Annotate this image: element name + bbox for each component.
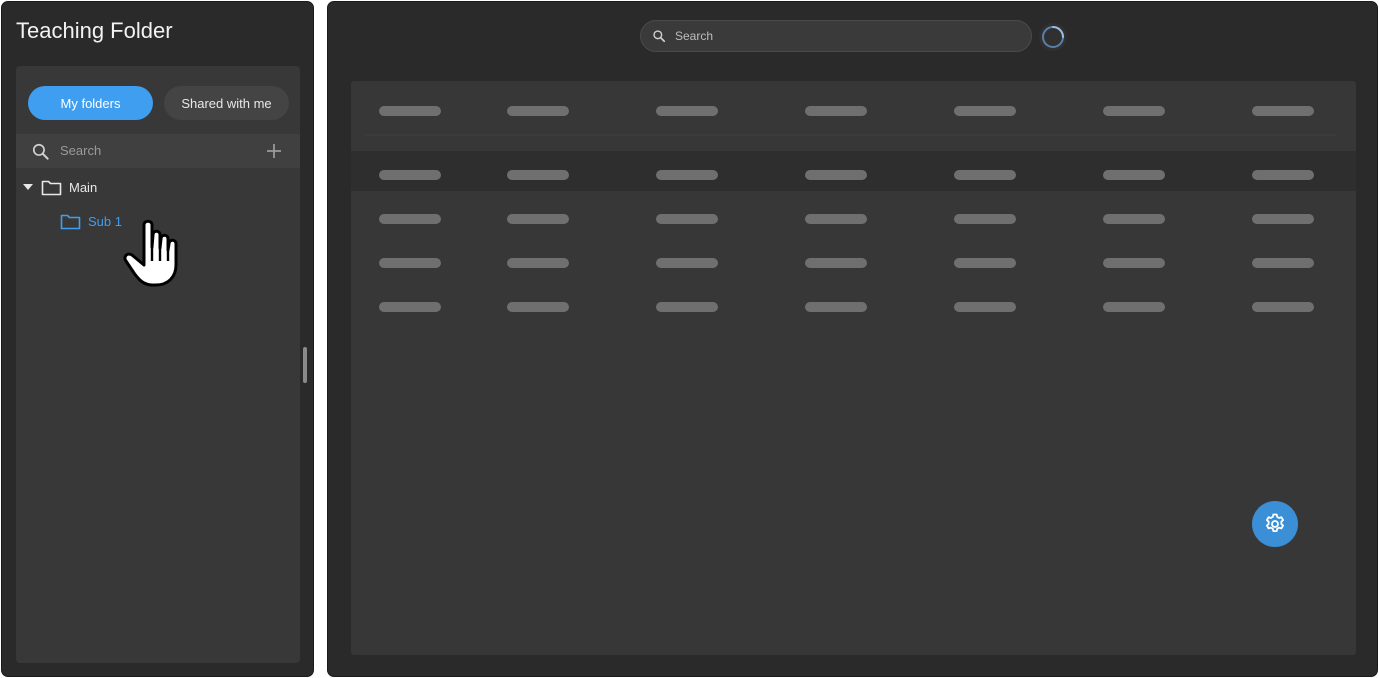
main-panel: Search xyxy=(327,1,1378,677)
app-title: Teaching Folder xyxy=(16,18,173,43)
skeleton-header-cell xyxy=(1252,106,1314,116)
skeleton-cell xyxy=(805,302,867,312)
main-search-bar[interactable]: Search xyxy=(640,20,1032,52)
skeleton-cell xyxy=(379,170,441,180)
tree-item-sub-1[interactable]: Sub 1 xyxy=(60,210,122,232)
skeleton-cell xyxy=(1252,302,1314,312)
skeleton-cell xyxy=(379,258,441,268)
skeleton-cell xyxy=(507,214,569,224)
loading-spinner-icon xyxy=(1039,23,1067,51)
folder-search-bar[interactable]: Search xyxy=(16,134,300,168)
skeleton-cell xyxy=(954,214,1016,224)
skeleton-cell xyxy=(507,258,569,268)
skeleton-cell xyxy=(507,302,569,312)
skeleton-cell xyxy=(1252,258,1314,268)
search-icon xyxy=(32,143,49,160)
folder-browser: My folders Shared with me Search Main Su… xyxy=(16,66,300,663)
settings-button[interactable] xyxy=(1252,501,1298,547)
skeleton-header-cell xyxy=(507,106,569,116)
skeleton-cell xyxy=(1103,258,1165,268)
skeleton-cell xyxy=(954,170,1016,180)
skeleton-cell xyxy=(507,170,569,180)
app-root: Teaching Folder My folders Shared with m… xyxy=(0,0,1379,678)
skeleton-header-cell xyxy=(656,106,718,116)
skeleton-cell xyxy=(1252,214,1314,224)
caret-down-icon[interactable] xyxy=(22,181,34,193)
skeleton-cell xyxy=(656,214,718,224)
skeleton-cell xyxy=(805,258,867,268)
skeleton-cell xyxy=(1103,214,1165,224)
sidebar-panel: Teaching Folder My folders Shared with m… xyxy=(1,1,314,677)
panel-resize-handle[interactable] xyxy=(303,347,307,383)
skeleton-header-cell xyxy=(1103,106,1165,116)
folder-icon xyxy=(60,214,81,229)
skeleton-cell xyxy=(805,170,867,180)
skeleton-cell xyxy=(379,302,441,312)
skeleton-cell xyxy=(1103,302,1165,312)
gear-icon xyxy=(1266,513,1284,532)
folder-icon xyxy=(41,180,62,195)
skeleton-header-cell xyxy=(805,106,867,116)
tab-my-folders[interactable]: My folders xyxy=(28,86,153,120)
folder-search-input[interactable]: Search xyxy=(60,143,101,158)
skeleton-cell xyxy=(1103,170,1165,180)
skeleton-cell xyxy=(656,302,718,312)
plus-icon[interactable] xyxy=(266,143,282,159)
skeleton-cell xyxy=(379,214,441,224)
skeleton-cell xyxy=(954,302,1016,312)
skeleton-cell xyxy=(656,258,718,268)
skeleton-cell xyxy=(656,170,718,180)
tree-item-main[interactable]: Main xyxy=(22,176,97,198)
tree-item-label: Main xyxy=(69,179,98,195)
skeleton-cell xyxy=(805,214,867,224)
skeleton-loader xyxy=(351,106,1356,312)
skeleton-cell xyxy=(954,258,1016,268)
tree-item-label: Sub 1 xyxy=(88,213,122,229)
skeleton-cell xyxy=(1252,170,1314,180)
main-search-input[interactable]: Search xyxy=(675,29,713,43)
skeleton-header-cell xyxy=(954,106,1016,116)
search-icon xyxy=(653,30,666,43)
hand-pointer-icon xyxy=(123,219,178,287)
tab-shared-with-me[interactable]: Shared with me xyxy=(164,86,289,120)
skeleton-header-cell xyxy=(379,106,441,116)
table-skeleton xyxy=(351,81,1356,655)
